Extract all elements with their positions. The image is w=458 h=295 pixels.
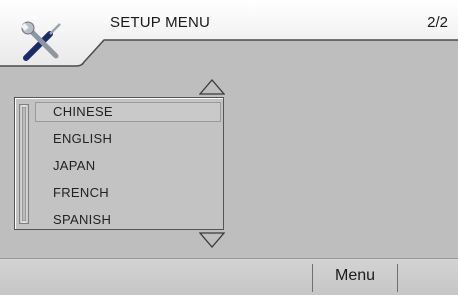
scrollbar[interactable]: [19, 104, 29, 224]
list-item-label: ENGLISH: [53, 131, 113, 146]
list-item-chinese[interactable]: CHINESE: [35, 102, 221, 122]
language-list: CHINESE ENGLISH JAPAN FRENCH SPANISH: [35, 102, 221, 237]
list-item-spanish[interactable]: SPANISH: [35, 210, 221, 230]
setup-menu-screen: SETUP MENU 2/2 CHINESE ENGLISH JAPAN FRE…: [0, 0, 458, 295]
list-item-english[interactable]: ENGLISH: [35, 129, 221, 149]
language-list-panel: CHINESE ENGLISH JAPAN FRENCH SPANISH: [14, 97, 224, 230]
scrollbar-thumb[interactable]: [22, 107, 26, 221]
triangle-down-icon[interactable]: [198, 232, 226, 248]
header-bar: SETUP MENU 2/2: [0, 0, 458, 68]
list-item-label: SPANISH: [53, 212, 112, 227]
header-background: [0, 0, 458, 67]
list-item-label: FRENCH: [53, 185, 109, 200]
footer-bar: Menu: [0, 258, 458, 295]
list-item-label: JAPAN: [53, 158, 96, 173]
triangle-up-icon[interactable]: [198, 79, 226, 95]
list-item-french[interactable]: FRENCH: [35, 183, 221, 203]
page-indicator: 2/2: [427, 14, 448, 31]
menu-button[interactable]: Menu: [313, 259, 397, 295]
list-item-japan[interactable]: JAPAN: [35, 156, 221, 176]
page-title: SETUP MENU: [110, 14, 211, 31]
tools-icon: [18, 20, 68, 64]
footer-divider: [397, 264, 398, 292]
list-item-label: CHINESE: [53, 104, 113, 119]
